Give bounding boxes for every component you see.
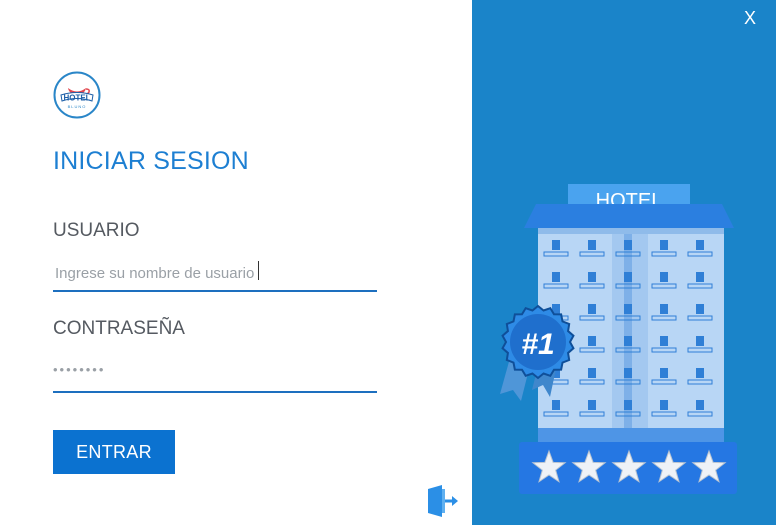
exit-door-icon[interactable] xyxy=(425,484,461,518)
window xyxy=(696,400,704,410)
username-input[interactable] xyxy=(53,257,381,289)
logo-subtext: BLUNO xyxy=(68,104,87,109)
username-underline xyxy=(53,290,377,292)
window xyxy=(624,336,632,346)
password-underline xyxy=(53,391,377,393)
window xyxy=(660,336,668,346)
window xyxy=(588,336,596,346)
password-input[interactable]: •••••••• xyxy=(53,355,377,385)
window xyxy=(552,240,560,250)
username-label: USUARIO xyxy=(53,220,140,241)
window xyxy=(660,400,668,410)
hotel-logo: HOTEL BLUNO xyxy=(53,71,101,119)
login-panel: HOTEL BLUNO INICIAR SESION USUARIO CONTR… xyxy=(0,0,472,525)
window xyxy=(624,400,632,410)
window xyxy=(696,272,704,282)
window xyxy=(660,272,668,282)
window xyxy=(624,368,632,378)
window xyxy=(660,240,668,250)
window xyxy=(588,400,596,410)
window xyxy=(588,368,596,378)
window xyxy=(624,304,632,314)
window xyxy=(696,240,704,250)
window xyxy=(696,368,704,378)
window xyxy=(660,368,668,378)
window xyxy=(588,272,596,282)
window xyxy=(552,400,560,410)
window xyxy=(588,240,596,250)
illustration-panel: X HOTEL #1 xyxy=(472,0,776,525)
window xyxy=(624,240,632,250)
window xyxy=(552,272,560,282)
window xyxy=(624,272,632,282)
window xyxy=(588,304,596,314)
login-button[interactable]: ENTRAR xyxy=(53,430,175,474)
close-button[interactable]: X xyxy=(744,8,756,29)
page-title: INICIAR SESION xyxy=(53,147,249,175)
window xyxy=(696,304,704,314)
logo-text: HOTEL xyxy=(63,94,90,103)
text-caret xyxy=(258,261,259,280)
window xyxy=(660,304,668,314)
badge-text: #1 xyxy=(521,328,554,361)
password-label: CONTRASEÑA xyxy=(53,318,185,339)
hotel-building-illustration: HOTEL #1 xyxy=(500,184,737,494)
window xyxy=(696,336,704,346)
